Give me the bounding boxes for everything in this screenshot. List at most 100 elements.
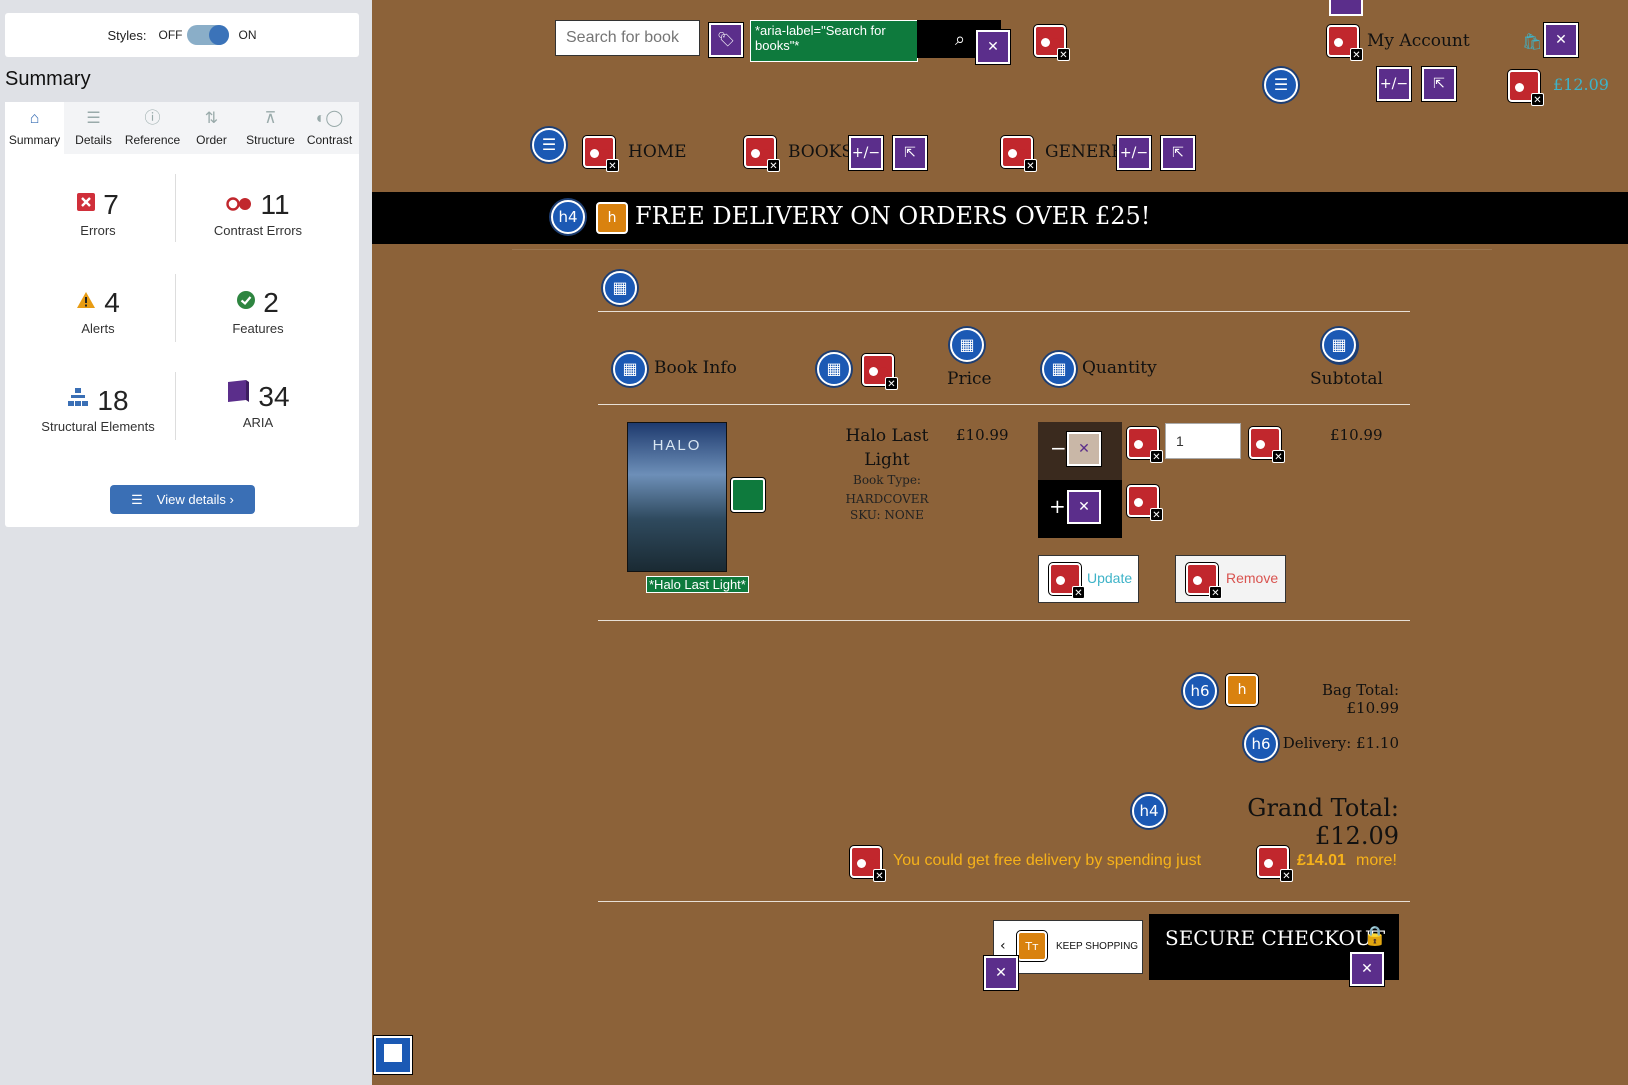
tab-label: Contrast: [306, 133, 353, 147]
aria-hidden-icon[interactable]: ✕: [1544, 23, 1578, 57]
styles-on-label: ON: [238, 28, 257, 42]
aria-count: 34: [258, 381, 290, 412]
aria-label-annotation: *aria-label="Search for books"*: [750, 20, 918, 62]
nav-books[interactable]: BOOKS: [788, 142, 853, 162]
row-subtotal: £10.99: [1330, 426, 1383, 444]
link-error-icon[interactable]: ✕: [1127, 485, 1163, 521]
quantity-input[interactable]: [1165, 423, 1241, 459]
stat-errors[interactable]: 7 Errors: [18, 186, 178, 238]
divider: [598, 620, 1410, 621]
grand-total: Grand Total: £12.09: [1247, 794, 1399, 850]
bag-total: Bag Total: £10.99: [1321, 681, 1399, 717]
order-icon: ⇅: [204, 110, 219, 127]
tab-structure[interactable]: ⊼ Structure: [241, 102, 300, 154]
info-icon: ⓘ: [144, 110, 161, 127]
aria-expanded-icon[interactable]: +/−: [1117, 136, 1151, 170]
cover-logo: HALO: [652, 437, 702, 454]
link-error-icon[interactable]: ✕: [1034, 25, 1070, 61]
view-details-button[interactable]: ☰ View details ›: [110, 485, 255, 514]
stat-features[interactable]: 2 Features: [178, 284, 338, 336]
stat-contrast-errors[interactable]: 11 Contrast Errors: [178, 186, 338, 238]
aria-popup-icon[interactable]: ⇱: [1161, 136, 1195, 170]
aria-hidden-icon[interactable]: ✕: [976, 30, 1010, 64]
table-header-icon: ▦: [950, 328, 984, 362]
tab-contrast[interactable]: ◐◯ Contrast: [300, 102, 359, 154]
divider: [598, 901, 1410, 902]
tab-label: Summary: [8, 133, 61, 147]
empty-link-icon[interactable]: ✕: [850, 846, 886, 882]
minus-label: −: [1050, 436, 1067, 460]
alert-icon: [76, 284, 96, 316]
banner-text: FREE DELIVERY ON ORDERS OVER £25!: [635, 202, 1151, 230]
book-price: £10.99: [956, 426, 1009, 444]
tab-label: Structure: [246, 133, 295, 147]
tab-summary[interactable]: ⌂ Summary: [5, 102, 64, 154]
h6-icon: h6: [1244, 727, 1278, 761]
aria-expanded-icon[interactable]: +/−: [1377, 67, 1411, 101]
contrast-error-icon: [226, 186, 252, 218]
keep-shopping-label: KEEP SHOPPING: [1056, 941, 1139, 952]
empty-link-icon[interactable]: ✕: [583, 136, 619, 172]
tab-details[interactable]: ☰ Details: [64, 102, 123, 154]
footer-region-icon: [374, 1036, 412, 1074]
contrast-icon: ◐◯: [315, 110, 344, 127]
aria-expanded-icon[interactable]: +/−: [849, 136, 883, 170]
stat-aria[interactable]: 34 ARIA: [178, 378, 338, 430]
empty-label-icon[interactable]: ✕: [1249, 427, 1285, 463]
aria-popup-icon[interactable]: ⇱: [893, 136, 927, 170]
bag-icon[interactable]: 🛍: [1522, 32, 1542, 51]
image-alt-icon: [731, 478, 765, 512]
empty-link-icon[interactable]: ✕: [1508, 70, 1544, 106]
divider: [512, 249, 1492, 250]
styles-off-label: OFF: [158, 28, 183, 42]
empty-link-icon[interactable]: ✕: [1327, 25, 1363, 61]
hierarchy-icon: ⊼: [264, 110, 277, 127]
search-input[interactable]: [555, 20, 700, 56]
styles-label: Styles:: [107, 27, 147, 43]
styles-toggle[interactable]: [186, 25, 229, 45]
table-header-icon: ▦: [613, 352, 647, 386]
free-delivery-message: You could get free delivery by spending …: [893, 852, 1202, 869]
footer-region-glyph: [384, 1044, 402, 1062]
heading-alert-icon: h: [1226, 674, 1258, 706]
table-header-icon: ▦: [817, 352, 851, 386]
structure-label: Structural Elements: [41, 419, 155, 434]
aria-hidden-icon[interactable]: ✕: [1067, 490, 1101, 524]
list-icon: ☰: [532, 128, 566, 162]
view-details-label: View details ›: [156, 492, 234, 507]
aria-hidden-icon[interactable]: ✕: [1067, 432, 1101, 466]
aria-icon[interactable]: [1329, 0, 1363, 16]
aria-popup-icon[interactable]: ⇱: [1422, 67, 1456, 101]
book-type: Book Type: HARDCOVER: [845, 473, 929, 506]
aria-hidden-icon[interactable]: ✕: [984, 956, 1018, 990]
secure-checkout-label: SECURE CHECKOUT: [1165, 926, 1386, 950]
alerts-label: Alerts: [81, 321, 115, 336]
update-button[interactable]: ✕ Update: [1038, 555, 1139, 603]
stat-alerts[interactable]: 4 Alerts: [18, 284, 178, 336]
link-error-icon[interactable]: ✕: [1127, 427, 1163, 463]
aria-label: ARIA: [242, 415, 274, 430]
styles-toggle-bar: Styles: OFF ON: [5, 13, 359, 57]
empty-link-icon[interactable]: ✕: [744, 136, 780, 172]
remove-button[interactable]: ✕ Remove: [1175, 555, 1286, 603]
remove-label: Remove: [1226, 570, 1279, 586]
lock-icon: 🔒: [1363, 925, 1387, 947]
nav-home[interactable]: HOME: [628, 142, 687, 162]
summary-title: Summary: [5, 68, 91, 90]
aria-hidden-icon[interactable]: ✕: [1350, 952, 1384, 986]
book-cover-image[interactable]: HALO: [627, 422, 727, 572]
tab-reference[interactable]: ⓘ Reference: [123, 102, 182, 154]
header-subtotal: Subtotal: [1310, 369, 1383, 389]
tab-order[interactable]: ⇅ Order: [182, 102, 241, 154]
nav-genere[interactable]: GENERE: [1045, 142, 1123, 162]
summary-stats: 7 Errors 11 Contrast Errors 4 Alerts 2 F…: [5, 154, 359, 527]
book-title[interactable]: Halo Last Light: [827, 424, 947, 472]
check-icon: [237, 284, 256, 316]
my-account-link[interactable]: My Account: [1367, 31, 1470, 51]
bag-total-link[interactable]: £12.09: [1553, 75, 1609, 94]
alerts-count: 4: [104, 287, 120, 318]
stat-structure[interactable]: 18 Structural Elements: [18, 382, 178, 434]
aria-label-icon[interactable]: 🏷: [709, 23, 743, 57]
empty-link-icon[interactable]: ✕: [1257, 846, 1293, 882]
empty-link-icon[interactable]: ✕: [1001, 136, 1037, 172]
